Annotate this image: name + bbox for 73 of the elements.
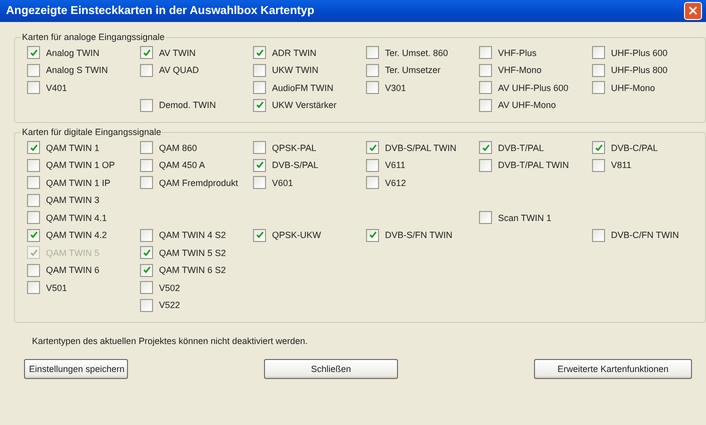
check-icon [142,248,150,257]
checkbox[interactable]: QAM TWIN 1 IP [27,176,140,190]
checkbox[interactable]: AV UHF-Plus 600 [479,81,592,94]
check-icon [256,48,264,57]
check-icon [30,144,38,152]
group-title: Karten für analoge Eingangssignale [21,32,166,42]
checkbox[interactable]: QAM TWIN 6 [27,264,140,277]
check-icon [256,101,264,110]
checkbox[interactable]: QAM 860 [140,141,253,154]
checkbox[interactable]: Analog S TWIN [27,64,140,77]
checkbox[interactable]: DVB-C/PAL [592,141,705,154]
checkbox[interactable]: QAM TWIN 4.2 [27,228,140,242]
checkbox[interactable]: V811 [592,158,705,172]
checkbox[interactable]: QAM TWIN 1 [27,141,140,154]
checkbox[interactable]: QAM TWIN 4 S2 [140,228,253,242]
check-icon [482,144,490,152]
checkbox[interactable]: Analog TWIN [27,46,140,60]
checkbox[interactable]: AV UHF-Mono [479,98,592,112]
checkbox[interactable]: V522 [140,298,253,312]
checkbox[interactable]: ADR TWIN [253,46,366,60]
checkbox[interactable]: V601 [253,176,366,190]
checkbox[interactable]: DVB-T/PAL TWIN [479,158,592,172]
checkbox[interactable]: V501 [27,281,140,294]
dialog-button[interactable]: Schließen [264,359,398,379]
check-icon [368,144,376,152]
checkbox[interactable]: DVB-S/PAL [253,158,366,172]
checkbox[interactable]: Ter. Umset. 860 [366,46,479,60]
checkbox[interactable]: QAM TWIN 4.1 [27,211,140,224]
checkbox[interactable]: QAM TWIN 6 S2 [140,264,253,277]
checkbox[interactable]: AV TWIN [140,46,253,60]
checkbox[interactable]: QAM TWIN 1 OP [27,158,140,172]
checkbox[interactable]: QPSK-PAL [253,141,366,154]
check-icon [30,248,38,257]
checkbox[interactable]: DVB-S/PAL TWIN [366,141,479,154]
checkbox[interactable]: V611 [366,158,479,172]
check-icon [30,231,38,240]
check-icon [142,266,150,274]
checkbox[interactable]: DVB-T/PAL [479,141,592,154]
checkbox[interactable]: UKW TWIN [253,64,366,77]
checkbox[interactable]: QAM Fremdprodukt [140,176,253,190]
group-title: Karten für digitale Eingangssignale [21,127,162,137]
close-button[interactable]: × [684,2,702,20]
check-icon [30,48,38,57]
dialog-button[interactable]: Erweiterte Kartenfunktionen [534,359,692,379]
checkbox[interactable]: UHF-Plus 800 [592,64,705,77]
check-icon [368,231,376,240]
checkbox[interactable]: QAM 450 A [140,158,253,172]
check-icon [142,48,150,57]
checkbox[interactable]: AudioFM TWIN [253,81,366,94]
window-title: Angezeigte Einsteckkarten in der Auswahlbox Kartentyp [6,5,314,17]
checkbox[interactable]: Demod. TWIN [140,98,253,112]
info-text: Kartentypen des aktuellen Projektes können nicht deaktiviert werden. [32,336,309,346]
checkbox[interactable]: DVB-C/FN TWIN [592,228,705,242]
checkbox[interactable]: V301 [366,81,479,94]
checkbox[interactable]: UKW Verstärker [253,98,366,112]
check-icon [256,161,264,170]
checkbox[interactable]: QPSK-UKW [253,228,366,242]
checkbox[interactable]: UHF-Mono [592,81,705,94]
checkbox[interactable]: V401 [27,81,140,94]
checkbox[interactable]: UHF-Plus 600 [592,46,705,60]
checkbox[interactable]: AV QUAD [140,64,253,77]
dialog-button[interactable]: Einstellungen speichern [24,359,128,379]
check-icon [594,144,602,152]
checkbox[interactable]: VHF-Plus [479,46,592,60]
checkbox[interactable]: Scan TWIN 1 [479,211,592,224]
checkbox[interactable]: Ter. Umsetzer [366,64,479,77]
checkbox[interactable]: V502 [140,281,253,294]
checkbox[interactable]: DVB-S/FN TWIN [366,228,479,242]
check-icon [256,231,264,240]
checkbox[interactable]: QAM TWIN 5 S2 [140,246,253,260]
checkbox[interactable]: V612 [366,176,479,190]
checkbox[interactable]: VHF-Mono [479,64,592,77]
checkbox[interactable]: QAM TWIN 3 [27,194,140,207]
